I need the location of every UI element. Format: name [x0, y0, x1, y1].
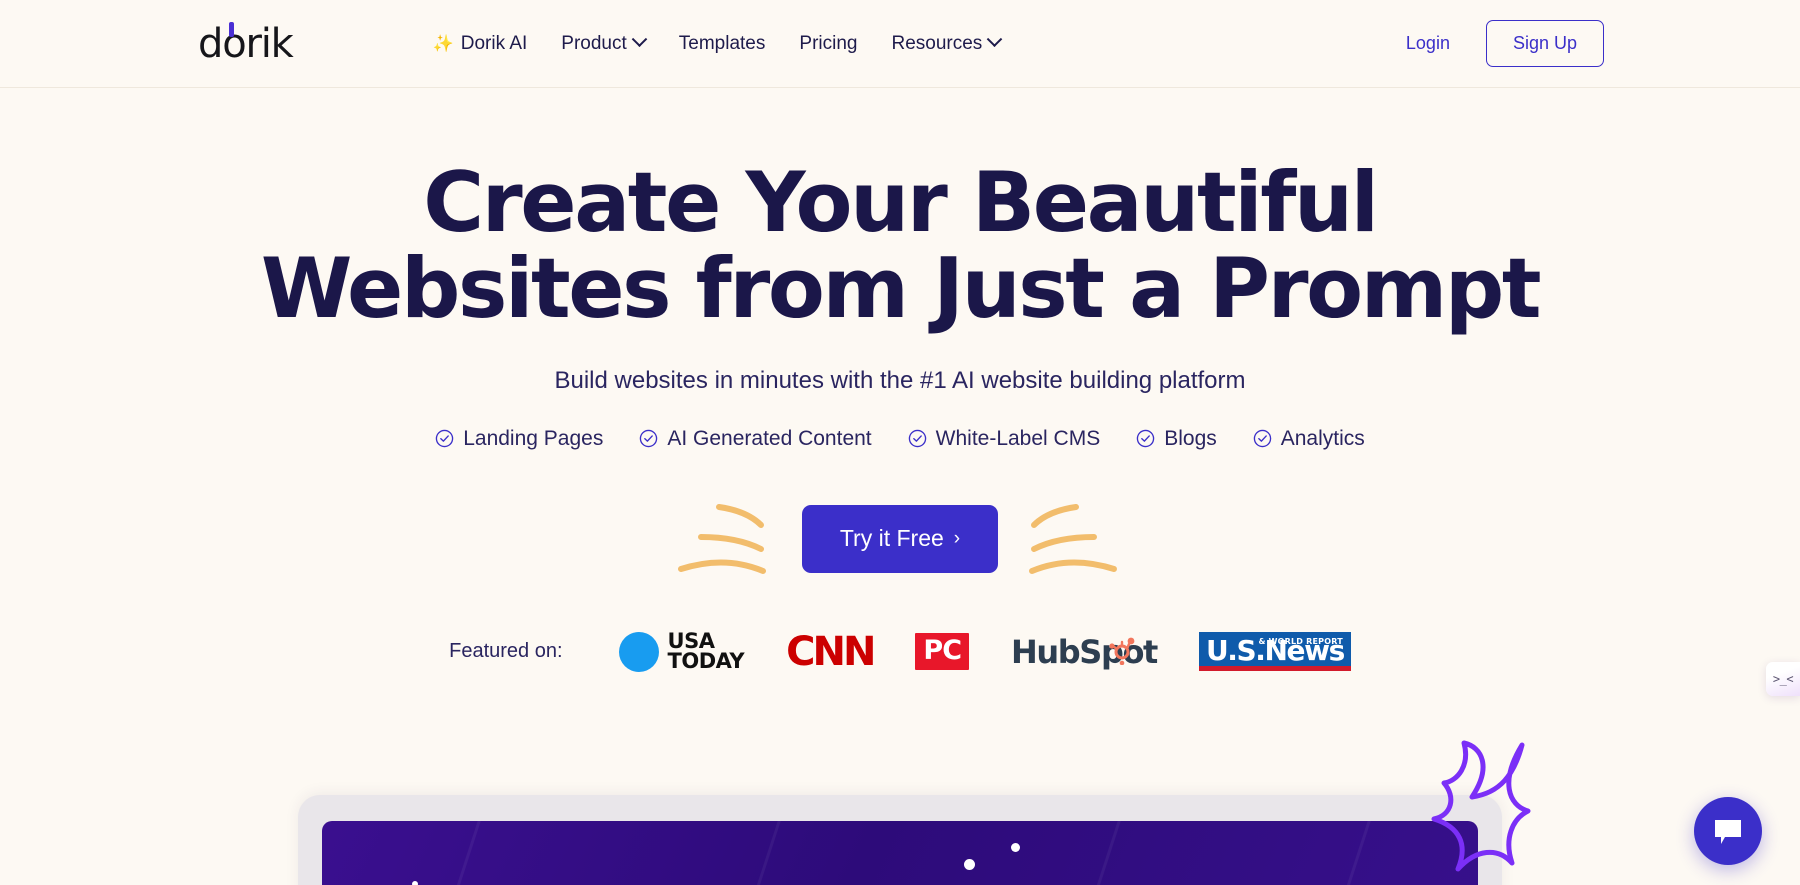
- screen-dot: [964, 859, 975, 870]
- nav-item-label: Product: [561, 32, 627, 54]
- feature-item-ai-generated-content: AI Generated Content: [639, 426, 872, 451]
- screen-dot: [1011, 843, 1020, 852]
- hubspot-sprocket-icon: [1109, 637, 1135, 665]
- usa-today-line-2: TODAY: [667, 648, 745, 673]
- hubspot-wordmark: HubSpot: [1011, 633, 1158, 671]
- featured-on-label: Featured on:: [449, 640, 563, 663]
- nav-item-label: Templates: [678, 32, 766, 54]
- header-actions: Login Sign Up: [1406, 20, 1604, 67]
- chat-widget-button[interactable]: [1694, 797, 1762, 865]
- nav-item-label: Resources: [891, 32, 983, 54]
- page-title-line-1: Create Your Beautiful: [423, 154, 1379, 251]
- us-news-logo: U.S.News & WORLD REPORT: [1198, 632, 1351, 671]
- feature-label: AI Generated Content: [667, 426, 872, 450]
- nav-item-product[interactable]: Product: [561, 31, 648, 55]
- cnn-wordmark: CNN: [786, 628, 877, 675]
- feedback-widget-tab[interactable]: >_<: [1766, 662, 1800, 696]
- site-header: dorik ✨ Dorik AI Product Templates Prici…: [0, 0, 1800, 88]
- chevron-down-icon: [631, 31, 648, 48]
- feature-label: Landing Pages: [463, 426, 604, 450]
- nav-item-resources[interactable]: Resources: [891, 31, 1003, 55]
- feature-label: Analytics: [1280, 426, 1365, 450]
- cta-label: Try it Free: [839, 525, 944, 552]
- pc-wordmark: PC: [915, 633, 970, 671]
- nav-item-dorik-ai[interactable]: ✨ Dorik AI: [433, 33, 528, 55]
- screen-dot: [412, 881, 418, 885]
- feature-label: Blogs: [1164, 426, 1217, 450]
- hubspot-logo: HubSpot: [1011, 633, 1158, 671]
- brand-accent-mark: [229, 21, 234, 37]
- feature-item-white-label-cms: White-Label CMS: [908, 426, 1101, 451]
- check-circle-icon: [908, 429, 926, 448]
- hero-subtitle: Build websites in minutes with the #1 AI…: [554, 366, 1246, 394]
- brand-logo-text: dorik: [198, 20, 294, 67]
- signup-button[interactable]: Sign Up: [1485, 20, 1604, 67]
- check-circle-icon: [1253, 429, 1271, 448]
- chevron-down-icon: [987, 31, 1003, 48]
- page-title-line-2: Websites from Just a Prompt: [260, 240, 1542, 338]
- us-news-superscript: & WORLD REPORT: [1258, 637, 1343, 647]
- brand-logo[interactable]: dorik: [198, 20, 294, 67]
- nav-item-templates[interactable]: Templates: [679, 33, 766, 55]
- try-it-free-button[interactable]: Try it Free ›: [801, 504, 999, 573]
- usa-today-circle-icon: [618, 631, 659, 672]
- usa-today-logo: USA TODAY: [618, 631, 745, 673]
- main-navigation: ✨ Dorik AI Product Templates Pricing Res…: [433, 31, 1003, 55]
- login-link[interactable]: Login: [1406, 33, 1450, 54]
- nav-item-label: Pricing: [799, 32, 858, 54]
- feature-list: Landing Pages AI Generated Content White…: [0, 427, 1800, 451]
- featured-on-strip: Featured on: USA TODAY CNN PC HubSpot U.…: [0, 628, 1800, 675]
- feature-item-analytics: Analytics: [1253, 427, 1365, 451]
- cnn-logo: CNN: [786, 628, 877, 675]
- check-circle-icon: [640, 429, 658, 448]
- chat-bubble-icon: [1715, 820, 1741, 844]
- feature-item-blogs: Blogs: [1136, 427, 1217, 451]
- feature-label: White-Label CMS: [935, 426, 1101, 450]
- hero-section: Create Your Beautiful Websites from Just…: [0, 88, 1800, 675]
- nav-item-label: Dorik AI: [460, 32, 528, 54]
- decorative-swoosh-left-icon: [678, 503, 766, 574]
- page-title: Create Your Beautiful Websites from Just…: [0, 154, 1800, 338]
- device-mockup: [298, 795, 1502, 885]
- check-circle-icon: [435, 429, 454, 448]
- chevron-right-icon: ›: [953, 528, 961, 550]
- usa-today-wordmark: USA TODAY: [667, 631, 745, 673]
- pc-magazine-logo: PC: [915, 633, 970, 671]
- screen-streak: [695, 821, 792, 885]
- screen-streak: [1035, 821, 1132, 885]
- screen-streak: [1285, 821, 1382, 885]
- nav-item-pricing[interactable]: Pricing: [799, 33, 857, 55]
- cta-area: Try it Free ›: [0, 493, 1800, 585]
- decorative-swoosh-right-icon: [1029, 503, 1117, 574]
- device-screen: [322, 821, 1478, 885]
- sparkle-icon: ✨: [432, 34, 454, 53]
- feature-item-landing-pages: Landing Pages: [435, 427, 603, 451]
- screen-arc-decoration: [322, 821, 730, 885]
- check-circle-icon: [1136, 429, 1155, 448]
